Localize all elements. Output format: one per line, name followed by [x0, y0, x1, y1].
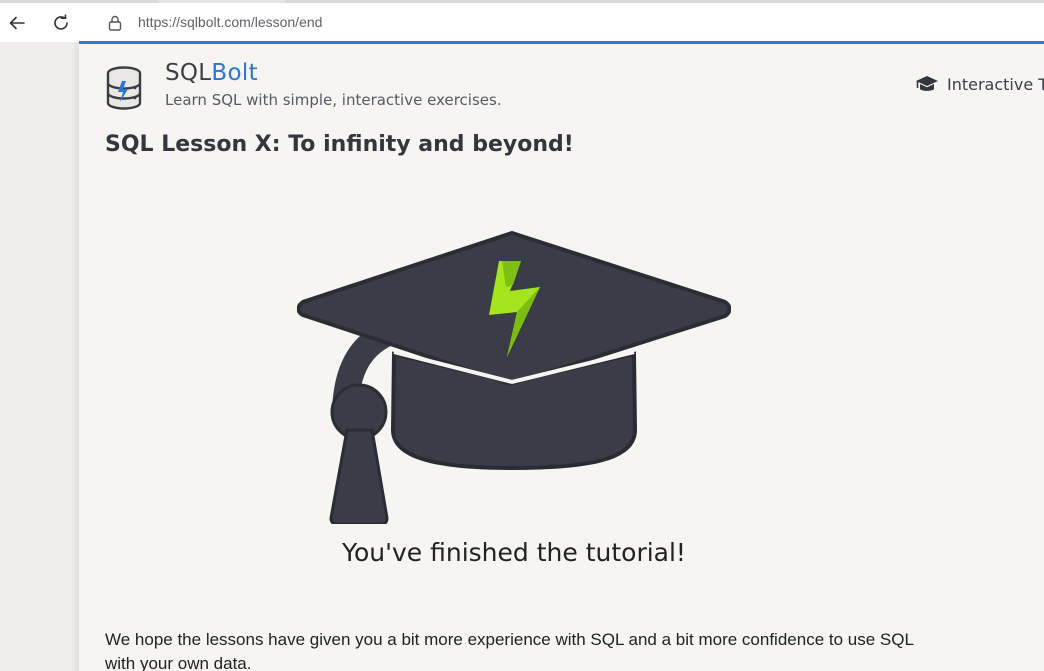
- browser-toolbar: https://sqlbolt.com/lesson/end: [0, 0, 1044, 42]
- reload-button[interactable]: [49, 11, 73, 35]
- body-paragraph: We hope the lessons have given you a bit…: [105, 630, 914, 671]
- graduation-cap-illustration: [297, 230, 731, 524]
- graduation-cap-icon: [916, 76, 938, 91]
- nav-link-label: Interactive T: [947, 74, 1044, 94]
- back-button[interactable]: [5, 11, 29, 35]
- nav-interactive-tutorial-link[interactable]: Interactive T: [915, 74, 1044, 94]
- finished-message: You've finished the tutorial!: [342, 538, 686, 567]
- site-brand[interactable]: SQLBolt: [165, 60, 258, 86]
- gutter-shadow: [71, 42, 79, 671]
- page-title: SQL Lesson X: To infinity and beyond!: [105, 132, 574, 157]
- brand-sql: SQL: [165, 60, 212, 86]
- address-bar[interactable]: https://sqlbolt.com/lesson/end: [90, 7, 1044, 39]
- reload-icon: [54, 14, 68, 30]
- left-gutter: [0, 42, 79, 671]
- back-arrow-icon: [9, 16, 25, 30]
- tab-strip: [0, 0, 1044, 3]
- database-bolt-icon[interactable]: [105, 66, 143, 110]
- lock-icon[interactable]: [108, 15, 122, 31]
- url-text[interactable]: https://sqlbolt.com/lesson/end: [138, 14, 322, 30]
- brand-bolt: Bolt: [211, 60, 258, 86]
- site-tagline: Learn SQL with simple, interactive exerc…: [165, 91, 502, 109]
- page-content: SQLBolt Learn SQL with simple, interacti…: [79, 44, 1044, 671]
